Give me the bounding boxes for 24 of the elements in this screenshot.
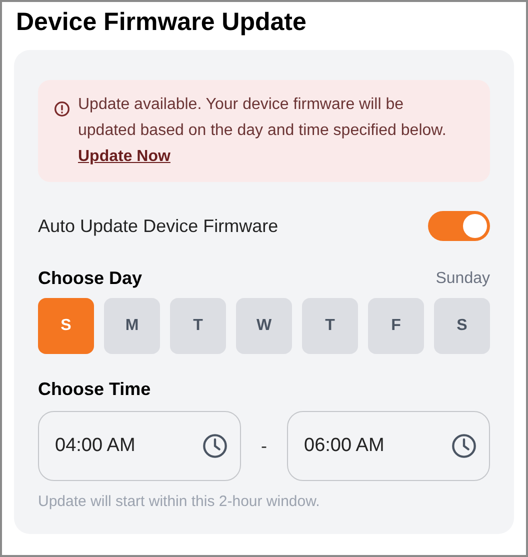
hint-text: Update will start within this 2-hour window. <box>38 492 320 512</box>
day-button[interactable]: T <box>302 298 358 354</box>
toggle-switch[interactable] <box>428 211 490 241</box>
range-separator: - <box>260 434 268 458</box>
day-button[interactable]: S <box>38 298 94 354</box>
clock-icon <box>451 433 477 459</box>
exclamation-icon <box>54 101 70 117</box>
clock-icon <box>202 433 228 459</box>
section-heading: Choose Time <box>38 378 151 401</box>
day-button[interactable]: W <box>236 298 292 354</box>
section-heading: Choose Day <box>38 267 142 290</box>
day-button[interactable]: F <box>368 298 424 354</box>
alert-message: Update available. Your device firmware will be updated based on the day and time specified below. Update Now <box>78 95 448 167</box>
day-button[interactable]: T <box>170 298 226 354</box>
time-value: 04:00 AM <box>55 434 136 458</box>
day-button[interactable]: S <box>434 298 490 354</box>
auto-update-label: Auto Update Device Firmware <box>38 214 278 238</box>
time-field[interactable]: 06:00 AM <box>287 411 490 481</box>
time-field[interactable]: 04:00 AM <box>38 411 241 481</box>
page-title: Device Firmware Update <box>16 7 306 38</box>
update-now-link[interactable]: Update Now <box>78 148 170 165</box>
time-value: 06:00 AM <box>304 434 384 458</box>
selected-day-text: Sunday <box>436 268 490 288</box>
day-button[interactable]: M <box>104 298 160 354</box>
